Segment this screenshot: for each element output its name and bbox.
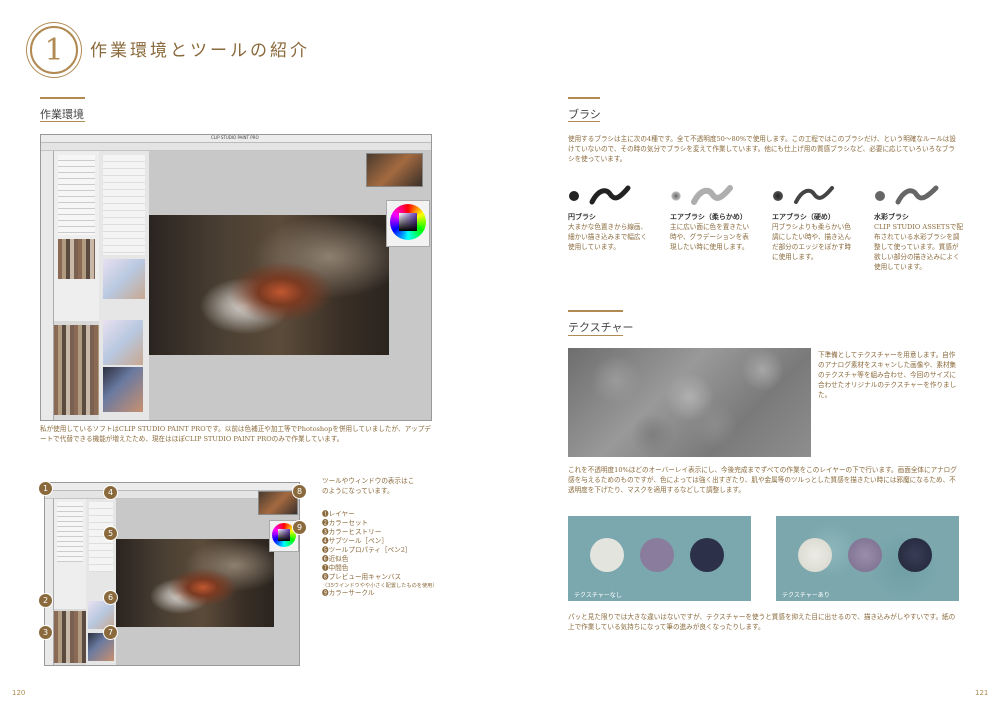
texture-paragraph: これを不透明度10%ほどのオーバーレイ表示にし、今後完成までずべての作業をこのレ… [568, 466, 957, 494]
chapter-title: 作業環境とツールの紹介 [90, 41, 310, 61]
legend-note: （35ウインドウやや小さく配置したものを使用） [322, 583, 438, 589]
approximate-color-panel [103, 367, 143, 412]
section-rule [568, 310, 623, 312]
compare-label: テクスチャーなし [574, 592, 622, 599]
legend-item-layer: ❶レイヤー [322, 510, 355, 518]
illustration-canvas [116, 539, 274, 627]
brush-desc: CLIP STUDIO ASSETSで配布されている水彩ブラシを調整して使ってい… [874, 223, 964, 271]
app-window-title: CLIP STUDIO PAINT PRO [211, 135, 259, 140]
texture-sample-image [568, 348, 811, 457]
brush-stroke-icon [589, 185, 631, 205]
section-title-brush: ブラシ [568, 108, 601, 121]
callout-7: 7 [103, 625, 118, 640]
color-dot-light [590, 538, 624, 572]
callout-9: 9 [292, 520, 307, 535]
legend-item-preview-canvas: ❽プレビュー用キャンバス [322, 573, 402, 581]
section-title-environment: 作業環境 [40, 108, 84, 121]
callout-2: 2 [38, 593, 53, 608]
app-screenshot-large: CLIP STUDIO PAINT PRO [40, 134, 432, 421]
callout-1: 1 [38, 481, 53, 496]
brush-desc: 円ブラシよりも柔らかい色調にしたい時や、描き込んだ部分のエッジをぼかす時に使用し… [772, 223, 852, 261]
legend-item-color-circle: ❾カラーサークル [322, 589, 375, 597]
app-screenshot-small [44, 482, 300, 666]
illustration-canvas [149, 215, 389, 355]
brush-tip-dot [875, 191, 885, 201]
brush-name: エアブラシ（柔らかめ） [670, 212, 747, 221]
compare-with-texture: テクスチャーあり [776, 516, 959, 601]
compare-paragraph: パッと見た限りでは大きな違いはないですが、テクスチャーを使うと質感を抑えた目に出… [568, 613, 956, 631]
page-number-right: 121 [975, 689, 989, 697]
brush-stroke-icon [691, 185, 733, 205]
callout-3: 3 [38, 625, 53, 640]
navigator-preview [366, 153, 423, 187]
intermediate-color-panel [103, 320, 143, 365]
legend-intro: ツールやウィンドウの表示はこのようになっています。 [322, 477, 415, 495]
brush-name: 円ブラシ [568, 212, 596, 221]
brush-tip-dot [773, 191, 783, 201]
sub-tool-panel [54, 151, 100, 321]
legend-list: ❶レイヤー ❷カラーセット ❸カラーヒストリー ❹サブツール［ペン］ ❺ツールプ… [322, 510, 462, 598]
callout-4: 4 [103, 485, 118, 500]
color-dot-mid [640, 538, 674, 572]
section-rule [568, 121, 600, 122]
legend-item-color-history: ❸カラーヒストリー [322, 528, 382, 536]
callout-8: 8 [292, 484, 307, 499]
section-rule [568, 97, 600, 99]
legend-item-sub-tool: ❹サブツール［ペン］ [322, 537, 388, 545]
chapter-number-badge: 1 [30, 26, 78, 74]
color-set-panel [54, 611, 86, 663]
command-bar [41, 143, 431, 151]
brush-paragraph: 使用するブラシは主に次の4種です。全て不透明度50〜80%で使用します。この工程… [568, 135, 956, 163]
legend-item-intermediate-color: ❼中間色 [322, 564, 349, 572]
section-title-texture: テクスチャー [568, 321, 634, 334]
color-set-panel [54, 325, 99, 415]
texture-description: 下準備としてテクスチャーを用意します。自作のアナログ素材をスキャンした画像や、素… [818, 351, 957, 399]
menu-bar [45, 483, 299, 491]
sub-tool-panel [54, 499, 87, 609]
compare-without-texture: テクスチャーなし [568, 516, 751, 601]
page-number-left: 120 [12, 689, 26, 697]
brush-name: 水彩ブラシ [874, 212, 909, 221]
brush-round: 円ブラシ 大まかな色置きから線画、細かい描き込みまで幅広く使用しています。 [568, 184, 658, 252]
menu-bar: CLIP STUDIO PAINT PRO [41, 135, 431, 143]
chapter-number: 1 [44, 32, 64, 68]
legend-item-color-set: ❷カラーセット [322, 519, 369, 527]
brush-tip-dot [569, 191, 579, 201]
color-dot-dark [898, 538, 932, 572]
brush-stroke-icon [895, 185, 939, 205]
brush-tip-dot [671, 191, 681, 201]
section-rule [568, 335, 623, 336]
tool-palette [41, 151, 54, 420]
color-wheel [390, 204, 426, 240]
color-dot-light [798, 538, 832, 572]
brush-desc: 主に広い面に色を置きたい時や、グラデーションを表現したい時に使用します。 [670, 223, 750, 251]
tool-palette [45, 499, 54, 665]
legend-item-tool-property: ❺ツールプロパティ［ペン2］ [322, 546, 412, 554]
section-rule [40, 121, 85, 122]
brush-stroke-icon [794, 186, 834, 204]
brush-desc: 大まかな色置きから線画、細かい描き込みまで幅広く使用しています。 [568, 223, 648, 251]
callout-5: 5 [103, 526, 118, 541]
legend-item-approx-color: ❻近似色 [322, 555, 349, 563]
color-dot-dark [690, 538, 724, 572]
brush-list: 円ブラシ 大まかな色置きから線画、細かい描き込みまで幅広く使用しています。 エア… [568, 184, 968, 284]
brush-watercolor: 水彩ブラシ CLIP STUDIO ASSETSで配布されている水彩ブラシを調整… [874, 184, 966, 272]
brush-airbrush-soft: エアブラシ（柔らかめ） 主に広い面に色を置きたい時や、グラデーションを表現したい… [670, 184, 760, 252]
brush-airbrush-hard: エアブラシ（硬め） 円ブラシよりも柔らかい色調にしたい時や、描き込んだ部分のエッ… [772, 184, 862, 262]
software-paragraph: 私が使用しているソフトはCLIP STUDIO PAINT PROです。以前は色… [40, 425, 431, 443]
callout-6: 6 [103, 590, 118, 605]
compare-label: テクスチャーあり [782, 592, 830, 599]
brush-name: エアブラシ（硬め） [772, 212, 835, 221]
color-circle-panel [386, 200, 430, 247]
section-rule [40, 97, 85, 99]
color-dot-mid [848, 538, 882, 572]
